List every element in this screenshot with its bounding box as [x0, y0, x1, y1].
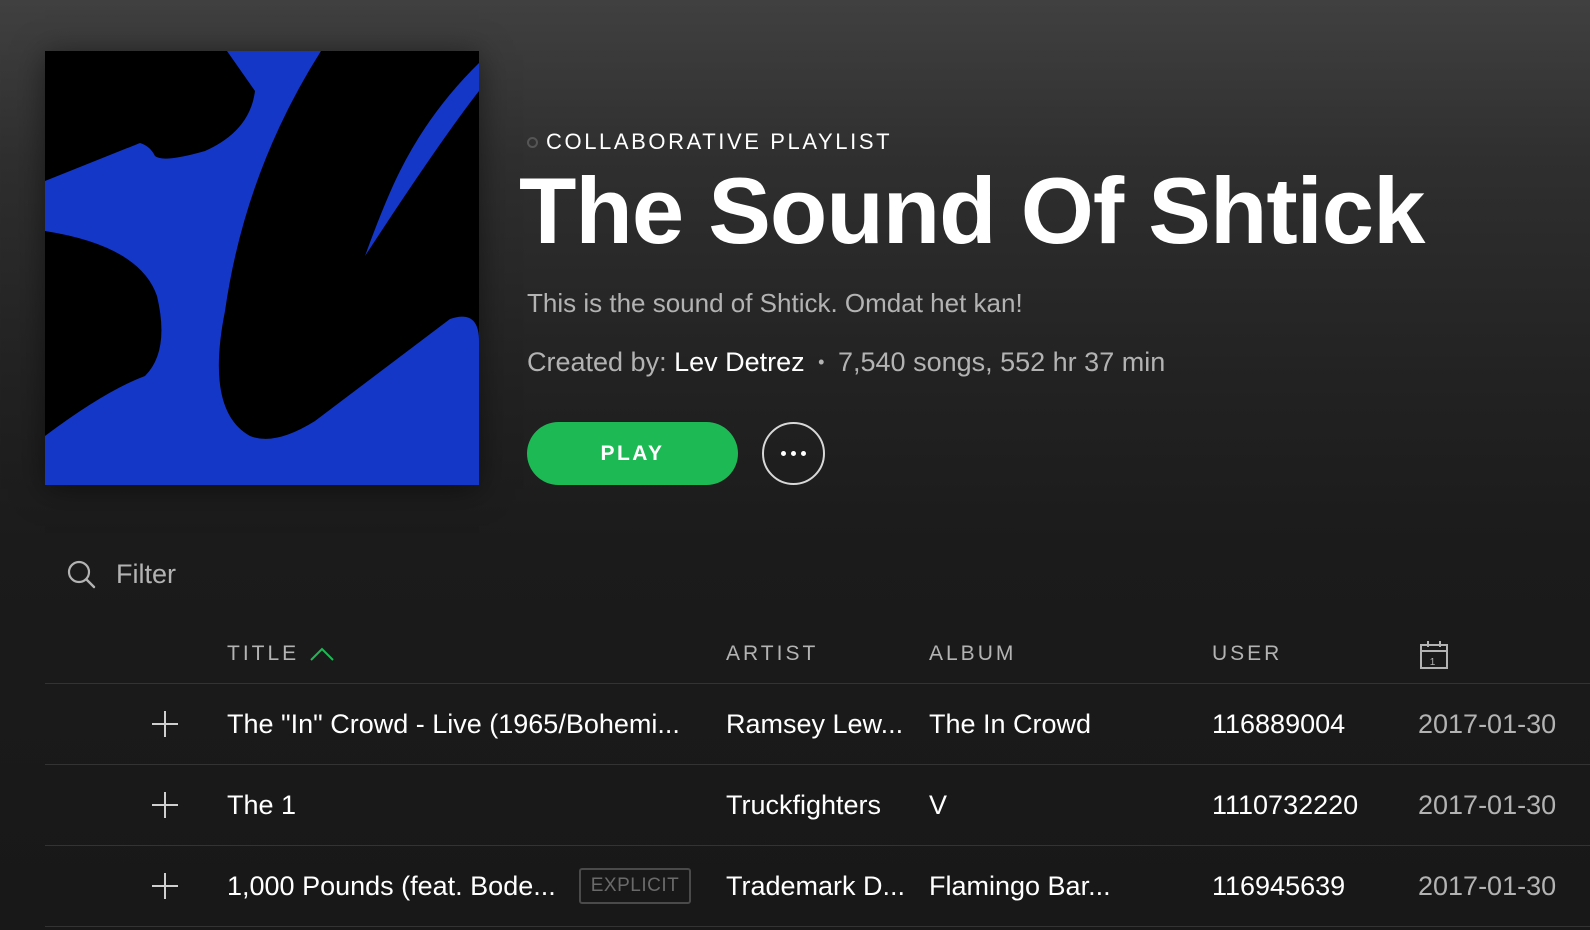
created-by-label: Created by: — [527, 347, 667, 377]
playlist-owner-link[interactable]: Lev Detrez — [674, 347, 805, 377]
add-icon[interactable] — [151, 872, 179, 900]
search-icon — [67, 560, 96, 589]
column-user-label: USER — [1212, 642, 1283, 665]
track-date-added: 2017-01-30 — [1418, 871, 1557, 901]
track-title: The 1 — [227, 790, 297, 820]
svg-text:1: 1 — [1430, 657, 1439, 668]
playlist-type-label: COLLABORATIVE PLAYLIST — [546, 129, 893, 154]
track-title: The "In" Crowd - Live (1965/Bohemi... — [227, 709, 680, 739]
track-added-by-user[interactable]: 116945639 — [1212, 846, 1345, 926]
column-album-label: ALBUM — [929, 642, 1017, 665]
calendar-icon: 1 — [1420, 641, 1448, 669]
explicit-badge: EXPLICIT — [579, 868, 691, 904]
playlist-stats: 7,540 songs, 552 hr 37 min — [838, 347, 1166, 377]
track-added-by-user[interactable]: 116889004 — [1212, 684, 1345, 764]
playlist-cover-art[interactable] — [45, 51, 479, 485]
track-date-added: 2017-01-30 — [1418, 790, 1557, 820]
meta-separator: • — [818, 352, 825, 372]
filter-bar — [66, 552, 416, 596]
track-list-header: TITLE ARTIST ALBUM USER 1 — [45, 630, 1590, 684]
cover-art-graphic — [45, 51, 479, 485]
column-title-label: TITLE — [227, 642, 300, 665]
playlist-title: The Sound Of Shtick — [519, 158, 1425, 263]
track-album-link[interactable]: The In Crowd — [929, 684, 1091, 764]
track-artist-link[interactable]: Ramsey Lew... — [726, 684, 903, 764]
ellipsis-icon — [781, 451, 786, 456]
track-artist-link[interactable]: Trademark D... — [726, 846, 905, 926]
playlist-page: COLLABORATIVE PLAYLIST The Sound Of Shti… — [0, 0, 1590, 930]
playlist-type: COLLABORATIVE PLAYLIST — [527, 128, 1567, 156]
playlist-description: This is the sound of Shtick. Omdat het k… — [527, 288, 1023, 318]
column-artist-label: ARTIST — [726, 642, 819, 665]
add-icon[interactable] — [151, 791, 179, 819]
playlist-actions: PLAY — [527, 422, 825, 485]
track-row[interactable]: The 1 Truckfighters V 1110732220 2017-01… — [45, 765, 1590, 846]
play-button[interactable]: PLAY — [527, 422, 738, 485]
ellipsis-icon-dot — [801, 451, 806, 456]
playlist-meta: Created by: Lev Detrez • 7,540 songs, 55… — [527, 347, 1567, 378]
track-artist-link[interactable]: Truckfighters — [726, 765, 881, 845]
track-list: TITLE ARTIST ALBUM USER 1 The "In" Crowd… — [45, 630, 1590, 927]
column-header-artist[interactable]: ARTIST — [726, 642, 818, 666]
track-row[interactable]: 1,000 Pounds (feat. Bode... EXPLICIT Tra… — [45, 846, 1590, 927]
chevron-up-icon — [310, 647, 334, 661]
filter-input[interactable] — [116, 558, 416, 590]
column-header-album[interactable]: ALBUM — [929, 642, 1016, 666]
ellipsis-icon-dot — [791, 451, 796, 456]
track-album-link[interactable]: V — [929, 765, 947, 845]
track-row[interactable]: The "In" Crowd - Live (1965/Bohemi... Ra… — [45, 684, 1590, 765]
more-options-button[interactable] — [762, 422, 825, 485]
column-header-user[interactable]: USER — [1212, 642, 1282, 666]
track-date-added: 2017-01-30 — [1418, 709, 1557, 739]
column-header-title[interactable]: TITLE — [227, 642, 335, 666]
track-album-link[interactable]: Flamingo Bar... — [929, 846, 1111, 926]
collaborative-icon — [527, 136, 538, 148]
track-title: 1,000 Pounds (feat. Bode... — [227, 871, 556, 901]
playlist-header: COLLABORATIVE PLAYLIST The Sound Of Shti… — [519, 128, 1567, 378]
track-added-by-user[interactable]: 1110732220 — [1212, 765, 1358, 845]
column-header-date[interactable]: 1 — [1419, 640, 1449, 670]
add-icon[interactable] — [151, 710, 179, 738]
